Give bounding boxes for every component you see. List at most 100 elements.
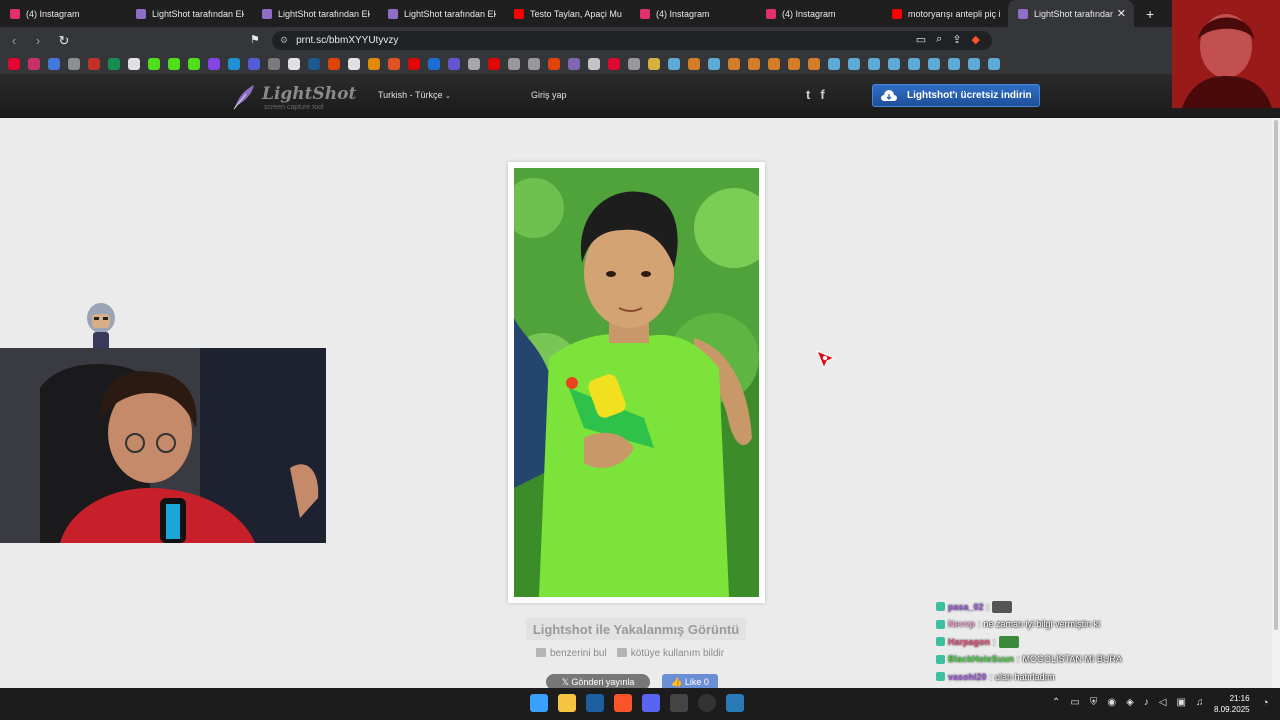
discord-icon[interactable] [642, 694, 660, 712]
bookmark-favicon-icon[interactable] [988, 58, 1000, 70]
browser-tab[interactable]: (4) Instagram [0, 0, 126, 27]
bookmark-favicon-icon[interactable] [488, 58, 500, 70]
mic-icon[interactable]: ♪ [1144, 697, 1149, 708]
bookmark-favicon-icon[interactable] [828, 58, 840, 70]
bookmark-favicon-icon[interactable] [708, 58, 720, 70]
bookmark-favicon-icon[interactable] [368, 58, 380, 70]
browser-tab[interactable]: (4) Instagram [756, 0, 882, 27]
tray-app-icon[interactable]: ▭ [1070, 697, 1079, 708]
bookmark-icon[interactable]: ⚑ [250, 33, 260, 46]
bookmark-favicon-icon[interactable] [8, 58, 20, 70]
bookmark-favicon-icon[interactable] [208, 58, 220, 70]
language-selector[interactable]: Turkish - Türkçe ⌄ [378, 90, 451, 100]
url-field[interactable]: ⚙ prnt.sc/bbmXYYUtyvzy [272, 31, 992, 50]
download-button[interactable]: Lightshot'ı ücretsiz indirin [872, 84, 1040, 107]
tab-close-icon[interactable]: ✕ [1117, 7, 1126, 20]
browser-tab[interactable]: motoryarışı antepli piç imc [882, 0, 1008, 27]
bookmark-favicon-icon[interactable] [428, 58, 440, 70]
bookmark-favicon-icon[interactable] [48, 58, 60, 70]
x-share-button[interactable]: 𝕏 Gönderi yayınla [546, 674, 650, 688]
browser-tab[interactable]: LightShot tarafından Ekran [126, 0, 252, 27]
brave-shield-icon[interactable]: ◆ [972, 33, 980, 46]
bookmark-favicon-icon[interactable] [108, 58, 120, 70]
bookmark-favicon-icon[interactable] [328, 58, 340, 70]
file-explorer-icon[interactable] [558, 694, 576, 712]
bookmark-favicon-icon[interactable] [748, 58, 760, 70]
start-icon[interactable] [530, 694, 548, 712]
bookmark-favicon-icon[interactable] [168, 58, 180, 70]
bookmark-favicon-icon[interactable] [148, 58, 160, 70]
obs-icon[interactable] [698, 694, 716, 712]
clock[interactable]: 21:16 8.09.2025 [1214, 693, 1250, 715]
bookmark-favicon-icon[interactable] [188, 58, 200, 70]
bookmark-favicon-icon[interactable] [628, 58, 640, 70]
bookmark-favicon-icon[interactable] [88, 58, 100, 70]
lightshot-logo[interactable]: LightShot screen capture tool [232, 82, 356, 112]
bookmark-favicon-icon[interactable] [928, 58, 940, 70]
steam-icon[interactable] [586, 694, 604, 712]
browser-tab[interactable]: (4) Instagram [630, 0, 756, 27]
forward-button[interactable]: › [28, 33, 48, 48]
bookmark-favicon-icon[interactable] [888, 58, 900, 70]
zoom-icon[interactable]: ⌕ [936, 33, 942, 46]
facebook-icon[interactable]: f [820, 87, 824, 102]
report-abuse-link[interactable]: kötüye kullanım bildir [616, 648, 724, 659]
screenshot-image[interactable] [514, 168, 759, 597]
back-button[interactable]: ‹ [4, 33, 24, 48]
bookmark-favicon-icon[interactable] [268, 58, 280, 70]
bookmark-favicon-icon[interactable] [548, 58, 560, 70]
bookmark-favicon-icon[interactable] [568, 58, 580, 70]
bookmark-favicon-icon[interactable] [528, 58, 540, 70]
chevron-up-icon[interactable]: ⌃ [1052, 697, 1060, 708]
browser-tab[interactable]: LightShot tarafından Ekran [378, 0, 504, 27]
speaker-icon[interactable]: ♫ [1196, 697, 1204, 708]
scrollbar-thumb[interactable] [1274, 120, 1278, 630]
vpn-icon[interactable]: ◈ [1126, 697, 1134, 708]
page-scrollbar[interactable] [1272, 118, 1280, 688]
bookmark-favicon-icon[interactable] [348, 58, 360, 70]
bookmark-favicon-icon[interactable] [248, 58, 260, 70]
notification-bell-icon[interactable]: ◔ [1262, 697, 1269, 709]
bookmark-favicon-icon[interactable] [868, 58, 880, 70]
bookmark-favicon-icon[interactable] [28, 58, 40, 70]
bookmark-favicon-icon[interactable] [448, 58, 460, 70]
bookmark-favicon-icon[interactable] [388, 58, 400, 70]
bookmark-favicon-icon[interactable] [808, 58, 820, 70]
bookmark-favicon-icon[interactable] [588, 58, 600, 70]
bookmark-favicon-icon[interactable] [508, 58, 520, 70]
bookmark-favicon-icon[interactable] [468, 58, 480, 70]
find-similar-link[interactable]: benzerini bul [536, 648, 607, 659]
bookmark-favicon-icon[interactable] [908, 58, 920, 70]
volume-icon[interactable]: ◁ [1159, 697, 1167, 708]
bookmark-favicon-icon[interactable] [288, 58, 300, 70]
bookmark-favicon-icon[interactable] [668, 58, 680, 70]
login-link[interactable]: Giriş yap [531, 90, 567, 100]
bookmark-favicon-icon[interactable] [608, 58, 620, 70]
bookmark-favicon-icon[interactable] [308, 58, 320, 70]
twitter-icon[interactable]: t [806, 87, 810, 102]
share-icon[interactable]: ⇪ [952, 33, 961, 46]
new-tab-button[interactable]: + [1146, 6, 1154, 22]
browser-tab[interactable]: LightShot tarafından E ✕ [1008, 0, 1134, 27]
bookmark-favicon-icon[interactable] [848, 58, 860, 70]
shield-icon[interactable]: ⛨ [1090, 697, 1098, 708]
browser-tab[interactable]: Testo Taylan, Apaçi Mustaf [504, 0, 630, 27]
network-icon[interactable]: ▣ [1176, 697, 1185, 708]
reload-button[interactable]: ↻ [54, 33, 74, 49]
bookmark-favicon-icon[interactable] [128, 58, 140, 70]
bookmark-favicon-icon[interactable] [228, 58, 240, 70]
bookmark-favicon-icon[interactable] [648, 58, 660, 70]
site-info-icon[interactable]: ⚙ [280, 35, 288, 46]
bookmark-favicon-icon[interactable] [788, 58, 800, 70]
bookmark-favicon-icon[interactable] [408, 58, 420, 70]
bookmark-favicon-icon[interactable] [728, 58, 740, 70]
cast-icon[interactable]: ▭ [916, 33, 926, 46]
bookmark-favicon-icon[interactable] [968, 58, 980, 70]
bookmark-favicon-icon[interactable] [688, 58, 700, 70]
browser-tab[interactable]: LightShot tarafından Ekran [252, 0, 378, 27]
epic-games-icon[interactable] [670, 694, 688, 712]
app-icon[interactable] [726, 694, 744, 712]
bookmark-favicon-icon[interactable] [68, 58, 80, 70]
steam-tray-icon[interactable]: ◉ [1107, 697, 1116, 708]
bookmark-favicon-icon[interactable] [768, 58, 780, 70]
